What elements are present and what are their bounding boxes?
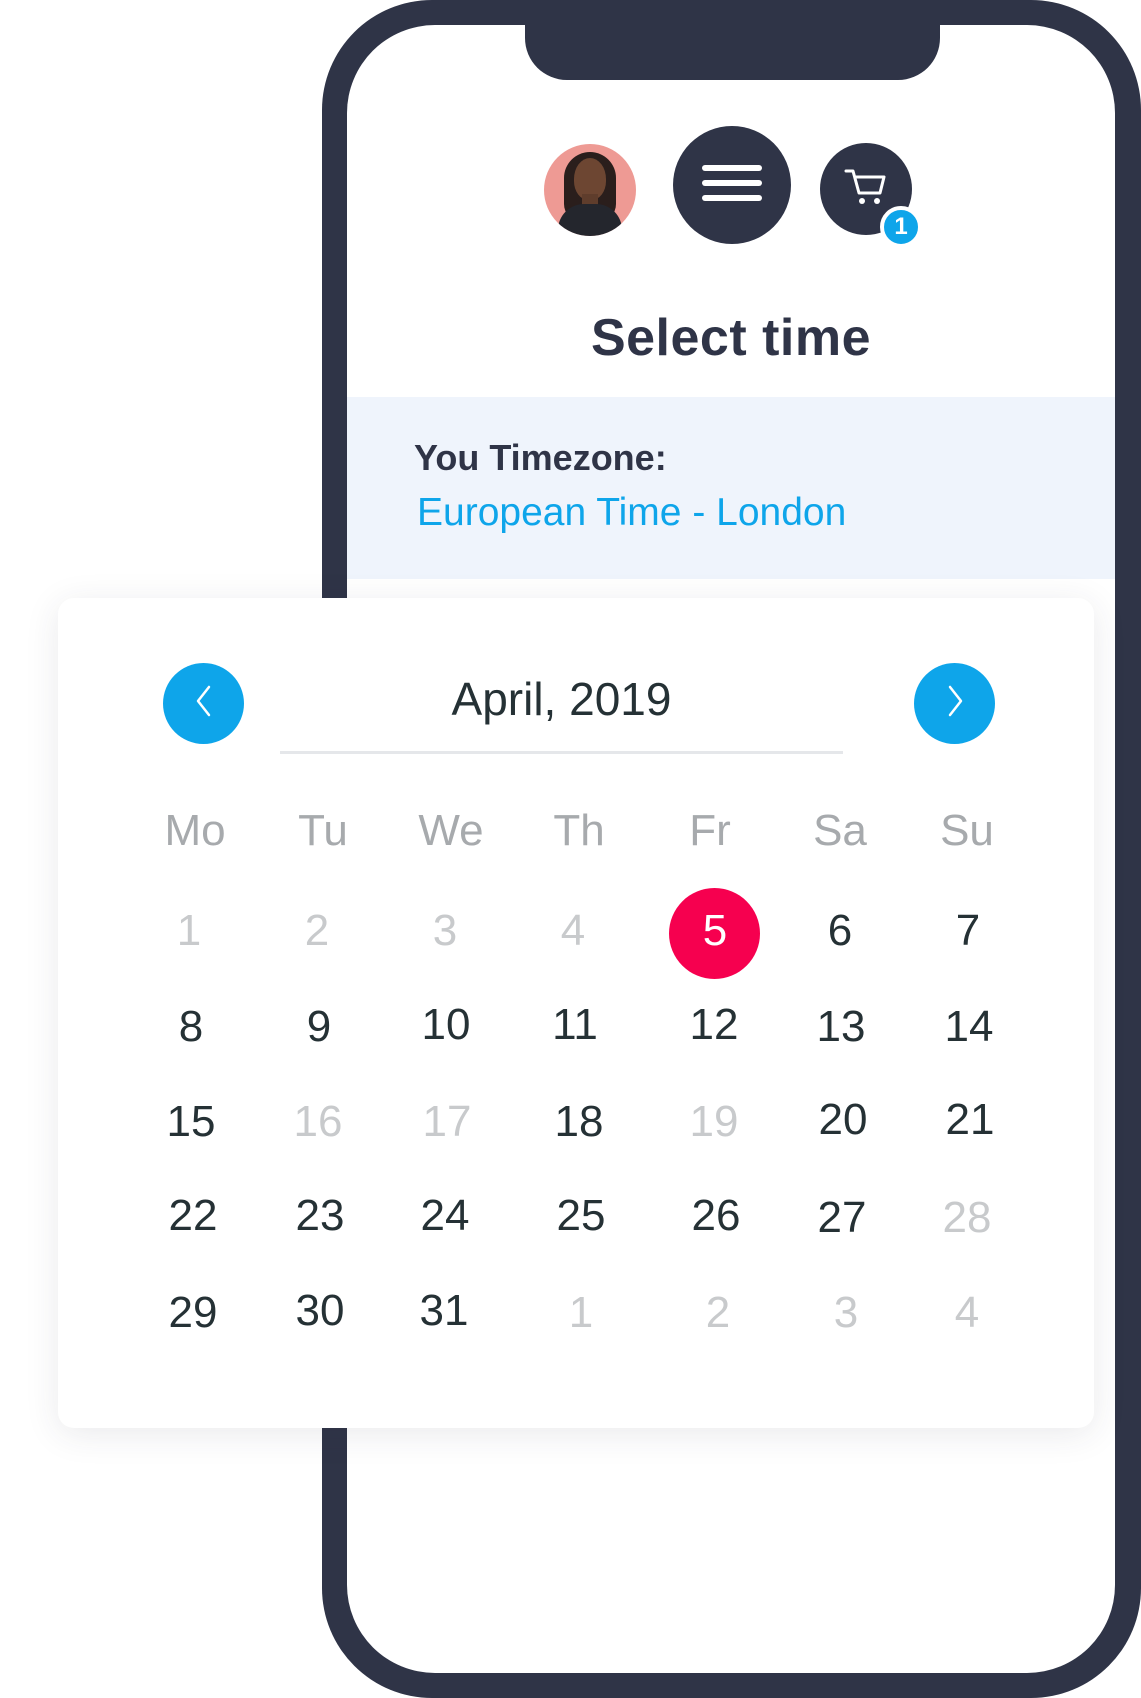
month-divider <box>280 751 843 754</box>
calendar-day[interactable]: 25 <box>526 1190 636 1242</box>
timezone-panel <box>347 397 1115 579</box>
calendar-day[interactable]: 30 <box>265 1285 375 1337</box>
user-avatar[interactable] <box>544 144 636 236</box>
calendar-day: 4 <box>560 906 586 955</box>
calendar-day[interactable]: 11 <box>520 999 630 1051</box>
hamburger-menu-icon <box>702 163 762 208</box>
weekday-we: We <box>418 806 484 855</box>
previous-month-button[interactable] <box>163 663 244 744</box>
weekday-tu: Tu <box>298 806 348 855</box>
calendar-day: 2 <box>705 1288 731 1337</box>
calendar-day[interactable]: 20 <box>788 1094 898 1146</box>
timezone-label: You Timezone: <box>414 437 667 478</box>
calendar-day[interactable]: 22 <box>138 1190 248 1242</box>
calendar-day[interactable]: 24 <box>390 1190 500 1242</box>
calendar-day: 3 <box>833 1288 859 1337</box>
calendar-day: 2 <box>304 906 330 955</box>
calendar-day: 28 <box>942 1193 992 1242</box>
calendar-day: 1 <box>176 906 202 955</box>
weekday-fr: Fr <box>689 806 731 855</box>
chevron-left-icon <box>194 684 214 723</box>
calendar-day[interactable]: 29 <box>138 1287 248 1339</box>
chevron-right-icon <box>945 684 965 723</box>
calendar-day: 1 <box>568 1288 594 1337</box>
calendar-day[interactable]: 10 <box>391 999 501 1051</box>
weekday-th: Th <box>553 806 605 855</box>
calendar-day: 4 <box>954 1288 980 1337</box>
weekday-sa: Sa <box>813 806 867 855</box>
timezone-value-link[interactable]: European Time - London <box>417 491 846 535</box>
calendar-day[interactable]: 13 <box>786 1001 896 1053</box>
weekday-su: Su <box>940 806 994 855</box>
calendar-day[interactable]: 14 <box>914 1001 1024 1053</box>
page-title: Select time <box>590 309 872 367</box>
calendar-day: 16 <box>293 1097 343 1146</box>
calendar-day[interactable]: 26 <box>661 1190 771 1242</box>
calendar-day-selected[interactable]: 5 <box>660 905 770 957</box>
calendar-day[interactable]: 8 <box>136 1001 246 1053</box>
calendar-day[interactable]: 15 <box>136 1096 246 1148</box>
calendar-day[interactable]: 21 <box>915 1094 1025 1146</box>
shopping-cart-icon <box>844 167 888 212</box>
month-label: April, 2019 <box>451 673 672 725</box>
calendar-day[interactable]: 7 <box>913 905 1023 957</box>
calendar-day[interactable]: 6 <box>785 905 895 957</box>
calendar-day[interactable]: 31 <box>389 1285 499 1337</box>
calendar-day[interactable]: 9 <box>264 1001 374 1053</box>
cart-count-badge: 1 <box>880 206 922 248</box>
menu-button[interactable] <box>673 126 791 244</box>
calendar-day: 19 <box>689 1097 739 1146</box>
calendar-day[interactable]: 23 <box>265 1190 375 1242</box>
calendar-day: 3 <box>432 906 458 955</box>
phone-notch <box>525 0 940 80</box>
weekday-mo: Mo <box>164 806 226 855</box>
calendar-day: 17 <box>422 1097 472 1146</box>
calendar-day[interactable]: 12 <box>659 999 769 1051</box>
next-month-button[interactable] <box>914 663 995 744</box>
calendar-day[interactable]: 27 <box>787 1192 897 1244</box>
calendar-day[interactable]: 18 <box>524 1096 634 1148</box>
